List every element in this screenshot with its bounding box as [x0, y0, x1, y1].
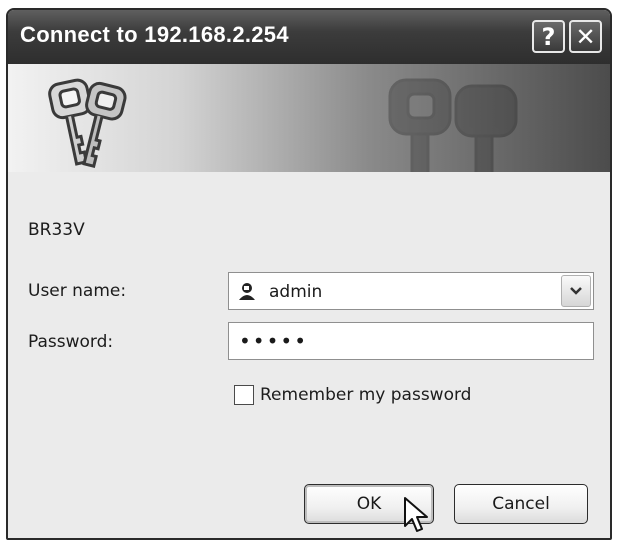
password-value: ••••• — [239, 329, 308, 353]
username-dropdown-button[interactable] — [561, 275, 591, 307]
user-icon — [239, 283, 255, 300]
password-field[interactable]: ••••• — [228, 322, 594, 360]
connect-dialog: Connect to 192.168.2.254 ? ✕ BR33V User … — [6, 8, 612, 540]
dialog-body: BR33V User name: admin Password: ••••• R… — [8, 172, 610, 538]
remember-password-checkbox[interactable] — [234, 385, 254, 405]
help-button[interactable]: ? — [532, 20, 565, 53]
keys-icon — [48, 78, 127, 169]
chevron-down-icon — [570, 287, 582, 295]
help-icon: ? — [541, 22, 556, 51]
username-combobox[interactable]: admin — [228, 272, 594, 310]
cancel-button-label: Cancel — [492, 494, 550, 514]
close-icon: ✕ — [575, 22, 596, 51]
cancel-button[interactable]: Cancel — [454, 484, 588, 524]
password-label: Password: — [28, 332, 114, 352]
remember-password-label[interactable]: Remember my password — [260, 385, 471, 405]
keys-watermark-icon — [388, 78, 518, 172]
mouse-cursor-icon — [404, 497, 428, 532]
window-title: Connect to 192.168.2.254 — [20, 22, 289, 47]
username-label: User name: — [28, 281, 127, 301]
ok-button-label: OK — [356, 494, 382, 514]
banner — [8, 64, 610, 172]
username-value: admin — [269, 282, 323, 302]
close-button[interactable]: ✕ — [569, 20, 602, 53]
realm-text: BR33V — [28, 220, 85, 240]
title-bar[interactable]: Connect to 192.168.2.254 ? ✕ — [8, 10, 610, 64]
